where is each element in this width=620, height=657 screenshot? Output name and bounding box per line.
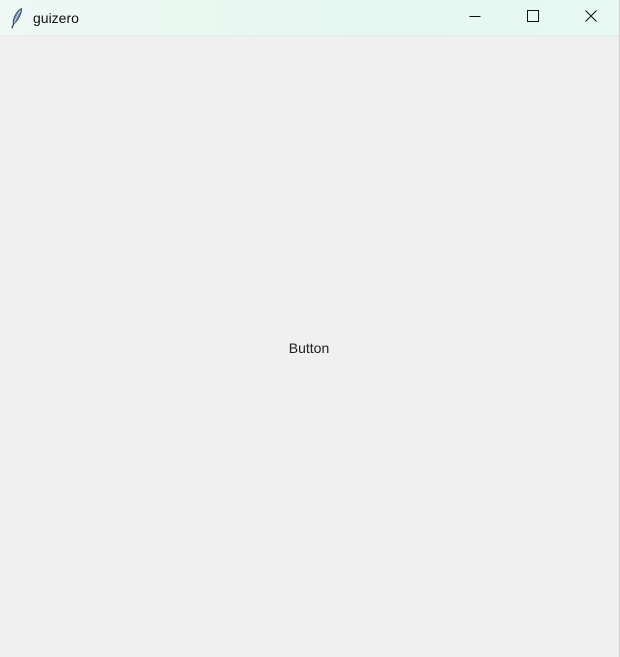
window-title: guizero bbox=[33, 10, 79, 26]
close-button[interactable] bbox=[562, 0, 620, 36]
main-button[interactable]: Button bbox=[279, 338, 339, 358]
feather-icon bbox=[9, 7, 25, 29]
title-bar[interactable]: guizero bbox=[0, 0, 619, 36]
minimize-icon bbox=[469, 9, 481, 27]
app-window: guizero Button bbox=[0, 0, 620, 657]
window-content: Button bbox=[0, 36, 619, 657]
close-icon bbox=[585, 9, 597, 27]
minimize-button[interactable] bbox=[446, 0, 504, 36]
maximize-icon bbox=[527, 9, 539, 27]
maximize-button[interactable] bbox=[504, 0, 562, 36]
